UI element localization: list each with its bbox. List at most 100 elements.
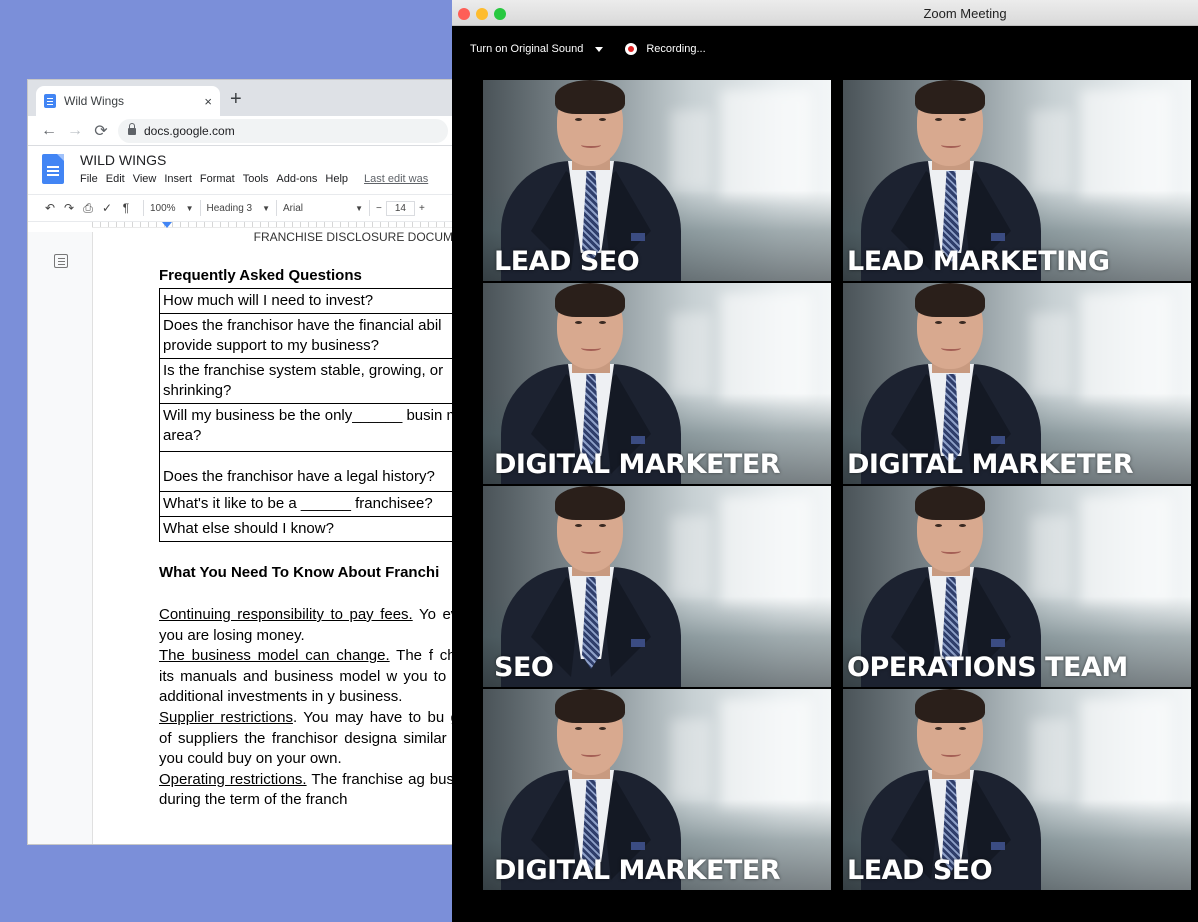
meeting-topbar: Turn on Original Sound Recording... (452, 26, 1198, 72)
table-row: How much will I need to invest? (159, 288, 456, 314)
participant-name: DIGITAL MARKETER (847, 449, 1134, 480)
zoom-value: 100% (150, 202, 176, 214)
participant-tile[interactable]: DIGITAL MARKETER (483, 283, 831, 484)
recording-icon (625, 43, 638, 55)
participant-tile[interactable]: DIGITAL MARKETER (483, 689, 831, 890)
last-edit-link[interactable]: Last edit was (364, 173, 428, 185)
faq-heading: Frequently Asked Questions (159, 267, 362, 284)
chevron-down-icon: ▼ (355, 203, 364, 213)
participant-name: SEO (494, 652, 554, 683)
lock-icon (128, 123, 136, 135)
chevron-down-icon: ▼ (185, 203, 194, 213)
url-text: docs.google.com (144, 123, 235, 138)
table-cell[interactable]: Does the franchisor have a legal history… (159, 451, 456, 492)
forward-icon[interactable]: → (62, 122, 88, 140)
toolbar-divider (143, 200, 144, 216)
table-cell[interactable]: What's it like to be a ______ franchisee… (159, 491, 456, 517)
document-outline-icon[interactable] (54, 254, 68, 268)
participant-name: LEAD SEO (847, 855, 993, 886)
table-row: What's it like to be a ______ franchisee… (159, 491, 456, 517)
undo-icon[interactable]: ↶ (42, 201, 58, 215)
toolbar-divider (276, 200, 278, 216)
ruler-scale (92, 222, 456, 228)
font-dropdown[interactable]: Arial ▼ (283, 203, 363, 214)
window-title: Zoom Meeting (923, 6, 1007, 21)
reload-icon[interactable]: ⟳ (88, 121, 114, 141)
chevron-down-icon[interactable] (595, 46, 604, 52)
participant-name: DIGITAL MARKETER (494, 449, 781, 480)
address-bar: ← → ⟳ docs.google.com (28, 116, 456, 146)
url-input[interactable]: docs.google.com (118, 118, 448, 143)
participant-tile[interactable]: LEAD SEO (843, 689, 1191, 890)
indent-marker[interactable] (162, 222, 172, 228)
paragraph-lead: Operating restrictions. (159, 770, 307, 788)
zoom-dropdown[interactable]: 100% ▼ (150, 203, 194, 214)
participant-tile[interactable]: LEAD MARKETING (843, 80, 1191, 281)
participant-tile[interactable]: DIGITAL MARKETER (843, 283, 1191, 484)
spellcheck-icon[interactable]: ✓ (99, 201, 115, 215)
docs-toolbar: ↶ ↷ ⎙ ✓ ¶ 100% ▼ Heading 3 ▼ Arial ▼ − 14 + (28, 194, 456, 222)
document-page[interactable]: FRANCHISE DISCLOSURE DOCUMENT Frequently… (92, 230, 457, 844)
chevron-down-icon: ▼ (262, 203, 271, 213)
close-tab-icon[interactable]: × (204, 94, 212, 109)
participant-tile[interactable]: LEAD SEO (483, 80, 831, 281)
table-row: Does the franchisor have a legal history… (159, 451, 456, 492)
paragraph-lead: Continuing responsibility to pay fees. (159, 606, 413, 623)
menu-edit[interactable]: Edit (106, 173, 125, 185)
table-row: What else should I know? (159, 516, 456, 542)
document-body[interactable]: FRANCHISE DISCLOSURE DOCUMENT Frequently… (159, 230, 457, 811)
paint-format-icon[interactable]: ¶ (118, 201, 134, 215)
browser-tab[interactable]: Wild Wings × (36, 86, 220, 116)
table-cell[interactable]: Does the franchisor have the financial a… (159, 313, 456, 359)
participant-name: DIGITAL MARKETER (494, 855, 781, 886)
menu-help[interactable]: Help (325, 173, 348, 185)
table-cell[interactable]: Is the franchise system stable, growing,… (159, 358, 456, 404)
original-sound-button[interactable]: Turn on Original Sound (470, 43, 583, 55)
docs-header: WILD WINGS File Edit View Insert Format … (28, 146, 456, 194)
participant-name: LEAD MARKETING (847, 246, 1110, 277)
print-icon[interactable]: ⎙ (80, 201, 96, 216)
toolbar-divider (199, 200, 201, 216)
toolbar-divider (369, 200, 371, 216)
participant-name: OPERATIONS TEAM (847, 652, 1128, 683)
zoom-window: Zoom Meeting Turn on Original Sound Reco… (452, 0, 1198, 922)
new-tab-button[interactable]: + (230, 89, 242, 109)
page-header-text: FRANCHISE DISCLOSURE DOCUMENT (253, 230, 457, 244)
menu-view[interactable]: View (133, 173, 157, 185)
paragraph-lead: The business model can change. (159, 647, 390, 665)
menu-insert[interactable]: Insert (164, 173, 192, 185)
zoom-titlebar: Zoom Meeting (452, 0, 1198, 26)
table-cell[interactable]: What else should I know? (159, 516, 456, 542)
body-text: Continuing responsibility to pay fees. Y… (159, 605, 456, 811)
menu-add-ons[interactable]: Add-ons (276, 173, 317, 185)
paragraph: The business model can change. The f cha… (159, 646, 456, 708)
faq-table: How much will I need to invest? Does the… (159, 288, 456, 542)
font-size-increase-button[interactable]: + (419, 203, 425, 214)
docs-logo-icon[interactable] (42, 154, 64, 184)
style-value: Heading 3 (206, 202, 253, 214)
document-title[interactable]: WILD WINGS (80, 152, 436, 168)
document-canvas: FRANCHISE DISCLOSURE DOCUMENT Frequently… (28, 230, 457, 844)
font-size-decrease-button[interactable]: − (376, 203, 382, 214)
paragraph: Continuing responsibility to pay fees. Y… (159, 605, 456, 646)
back-icon[interactable]: ← (36, 122, 62, 140)
redo-icon[interactable]: ↷ (61, 201, 77, 215)
table-row: Will my business be the only______ busin… (159, 403, 456, 452)
style-dropdown[interactable]: Heading 3 ▼ (207, 203, 271, 214)
menu-tools[interactable]: Tools (243, 173, 269, 185)
participant-name: LEAD SEO (494, 246, 640, 277)
recording-status: Recording... (646, 43, 706, 55)
participant-tile[interactable]: SEO (483, 486, 831, 687)
table-cell[interactable]: How much will I need to invest? (159, 288, 456, 314)
paragraph: Supplier restrictions. You may have to b… (159, 708, 456, 770)
menu-file[interactable]: File (80, 173, 98, 185)
tab-title: Wild Wings (64, 94, 125, 108)
font-size-input[interactable]: 14 (385, 200, 415, 216)
section-heading: What You Need To Know About Franchi (159, 564, 440, 581)
menu-format[interactable]: Format (200, 173, 235, 185)
font-value: Arial (283, 202, 304, 214)
participant-tile[interactable]: OPERATIONS TEAM (843, 486, 1191, 687)
tab-strip: Wild Wings × + (28, 80, 456, 116)
table-cell[interactable]: Will my business be the only______ busin… (159, 403, 456, 452)
paragraph: Operating restrictions. The franchise ag… (159, 770, 456, 811)
